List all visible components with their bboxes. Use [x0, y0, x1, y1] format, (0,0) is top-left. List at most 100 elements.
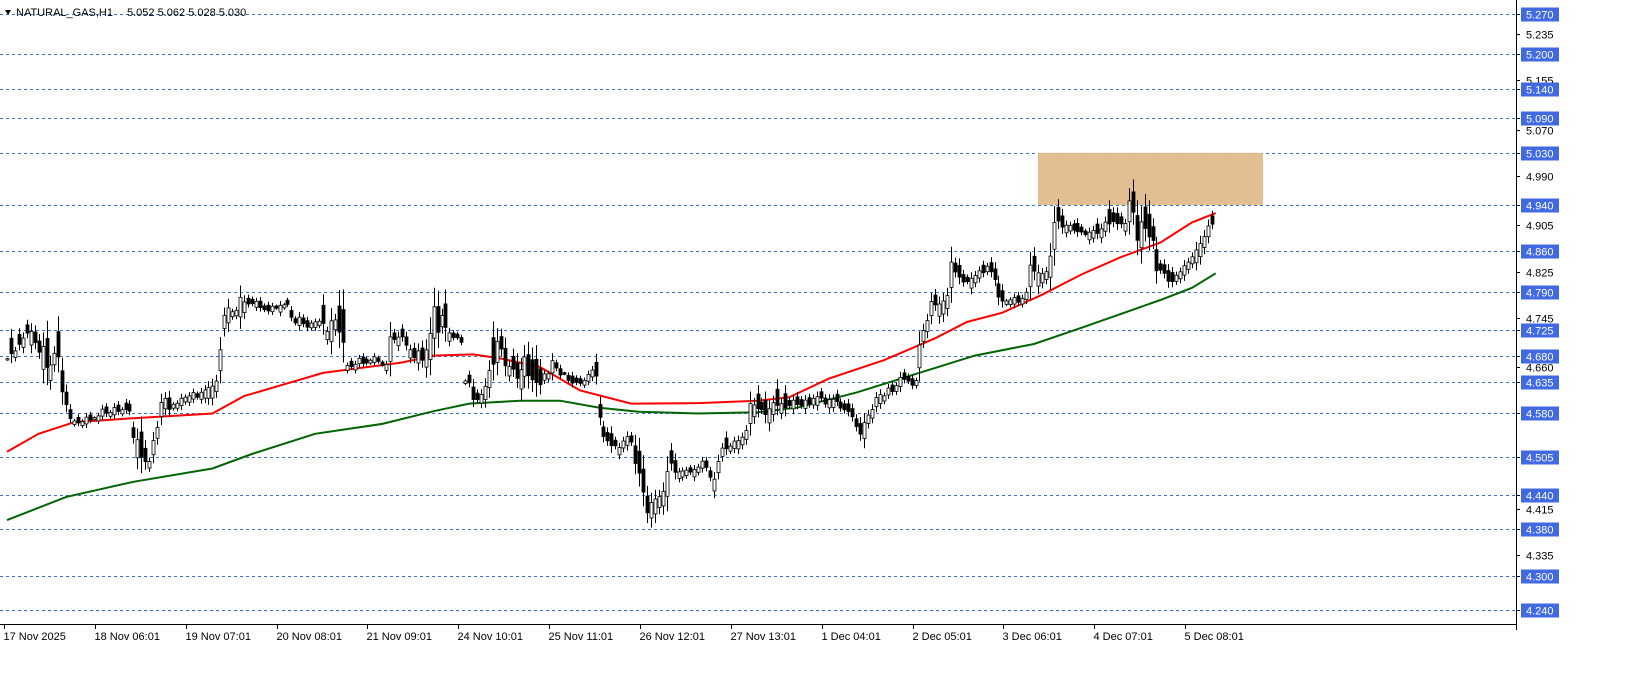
candle-body [368, 359, 373, 364]
candle-body [396, 336, 401, 347]
candle-body [503, 347, 508, 367]
candle-body [139, 431, 144, 458]
candle-body [680, 470, 685, 478]
candle-body [420, 347, 425, 361]
candle-body [1166, 270, 1171, 282]
candle-body [467, 374, 472, 384]
candle-body [688, 467, 693, 473]
candle-body [1004, 300, 1009, 305]
candle-body [317, 320, 322, 327]
candle-body [321, 304, 326, 324]
candle-body [534, 358, 539, 383]
candle-body [759, 401, 764, 410]
price-tick-label: 4.725 [1526, 326, 1554, 338]
candle-body [1075, 222, 1080, 233]
candle-body [921, 329, 926, 342]
candle-body [341, 309, 346, 343]
candle-body [598, 404, 603, 418]
candle-body [92, 417, 97, 420]
candle-body [258, 300, 263, 309]
candle-body [384, 363, 389, 371]
candle-body [218, 349, 223, 372]
candle-body [933, 294, 938, 306]
candle-body [985, 265, 990, 273]
candle-body [72, 420, 77, 425]
candle-body [613, 439, 618, 447]
candle-body [586, 374, 591, 382]
candle-body [957, 264, 962, 278]
candle-body [787, 400, 792, 407]
candle-body [1154, 249, 1159, 272]
candle-body [799, 399, 804, 406]
candle-body [479, 393, 484, 404]
candle-body [238, 296, 243, 318]
candle-body [104, 406, 109, 414]
candle-body [898, 376, 903, 387]
candle-body [736, 440, 741, 450]
candle-body [1194, 249, 1199, 264]
chart-window[interactable]: 5.270 5.235 5.200 5.155 5.140 5.090 5.070 5.030… [0, 0, 1641, 678]
price-chart[interactable]: 5.2705.2355.2005.1555.1405.0905.0705.030… [0, 0, 1641, 678]
candle-body [29, 330, 34, 346]
candle-body [886, 387, 891, 396]
candle-body [96, 415, 101, 422]
candle-body [712, 478, 717, 492]
candle-body [155, 427, 160, 439]
candle-body [191, 392, 196, 400]
candle-body [562, 372, 567, 375]
candle-body [1072, 223, 1077, 231]
candle-body [570, 375, 575, 384]
candle-body [594, 361, 599, 377]
candle-body [917, 344, 922, 369]
candle-body [187, 395, 192, 403]
price-tick-label: 4.635 [1526, 378, 1554, 390]
candle-body [242, 301, 247, 313]
price-tick-label: 4.990 [1526, 172, 1554, 184]
candle-body [313, 321, 318, 328]
candle-body [953, 262, 958, 273]
candle-body [1008, 299, 1013, 305]
time-tick-label: 18 Nov 06:01 [95, 631, 160, 643]
candle-body [337, 305, 342, 333]
supply-zone[interactable] [1037, 152, 1264, 205]
candle-body [151, 440, 156, 456]
candle-body [949, 261, 954, 288]
price-tick-label: 4.300 [1526, 572, 1554, 584]
time-tick-label: 2 Dec 05:01 [913, 631, 972, 643]
candle-body [629, 435, 634, 443]
candle-body [862, 422, 867, 439]
candle-body [819, 391, 824, 399]
candle-body [1202, 236, 1207, 248]
candle-body [661, 490, 666, 507]
candle-body [1024, 291, 1029, 300]
candle-body [203, 389, 208, 399]
candle-body [1174, 274, 1179, 282]
price-tick-label: 4.335 [1526, 551, 1554, 563]
candle-body [1087, 231, 1092, 241]
candle-body [783, 393, 788, 409]
candle-body [716, 461, 721, 474]
candle-body [274, 305, 279, 309]
candle-body [925, 320, 930, 332]
time-tick-label: 3 Dec 06:01 [1003, 631, 1062, 643]
candle-body [309, 322, 314, 329]
candle-body [33, 331, 38, 344]
candle-body [1048, 255, 1053, 278]
candle-body [519, 369, 524, 390]
candle-body [333, 319, 338, 331]
price-tick-label: 5.070 [1526, 126, 1554, 138]
candle-body [522, 356, 527, 377]
candle-body [361, 356, 366, 364]
candle-body [961, 274, 966, 283]
candle-body [511, 355, 516, 370]
candle-body [673, 460, 678, 473]
candle-body [124, 402, 129, 410]
candle-body [732, 440, 737, 449]
price-tick-label: 4.825 [1526, 268, 1554, 280]
candle-body [440, 315, 445, 328]
candle-body [56, 331, 61, 358]
time-tick-label: 25 Nov 11:01 [549, 631, 614, 643]
candle-body [380, 361, 385, 366]
candle-body [1131, 191, 1136, 213]
candle-body [1135, 215, 1140, 241]
